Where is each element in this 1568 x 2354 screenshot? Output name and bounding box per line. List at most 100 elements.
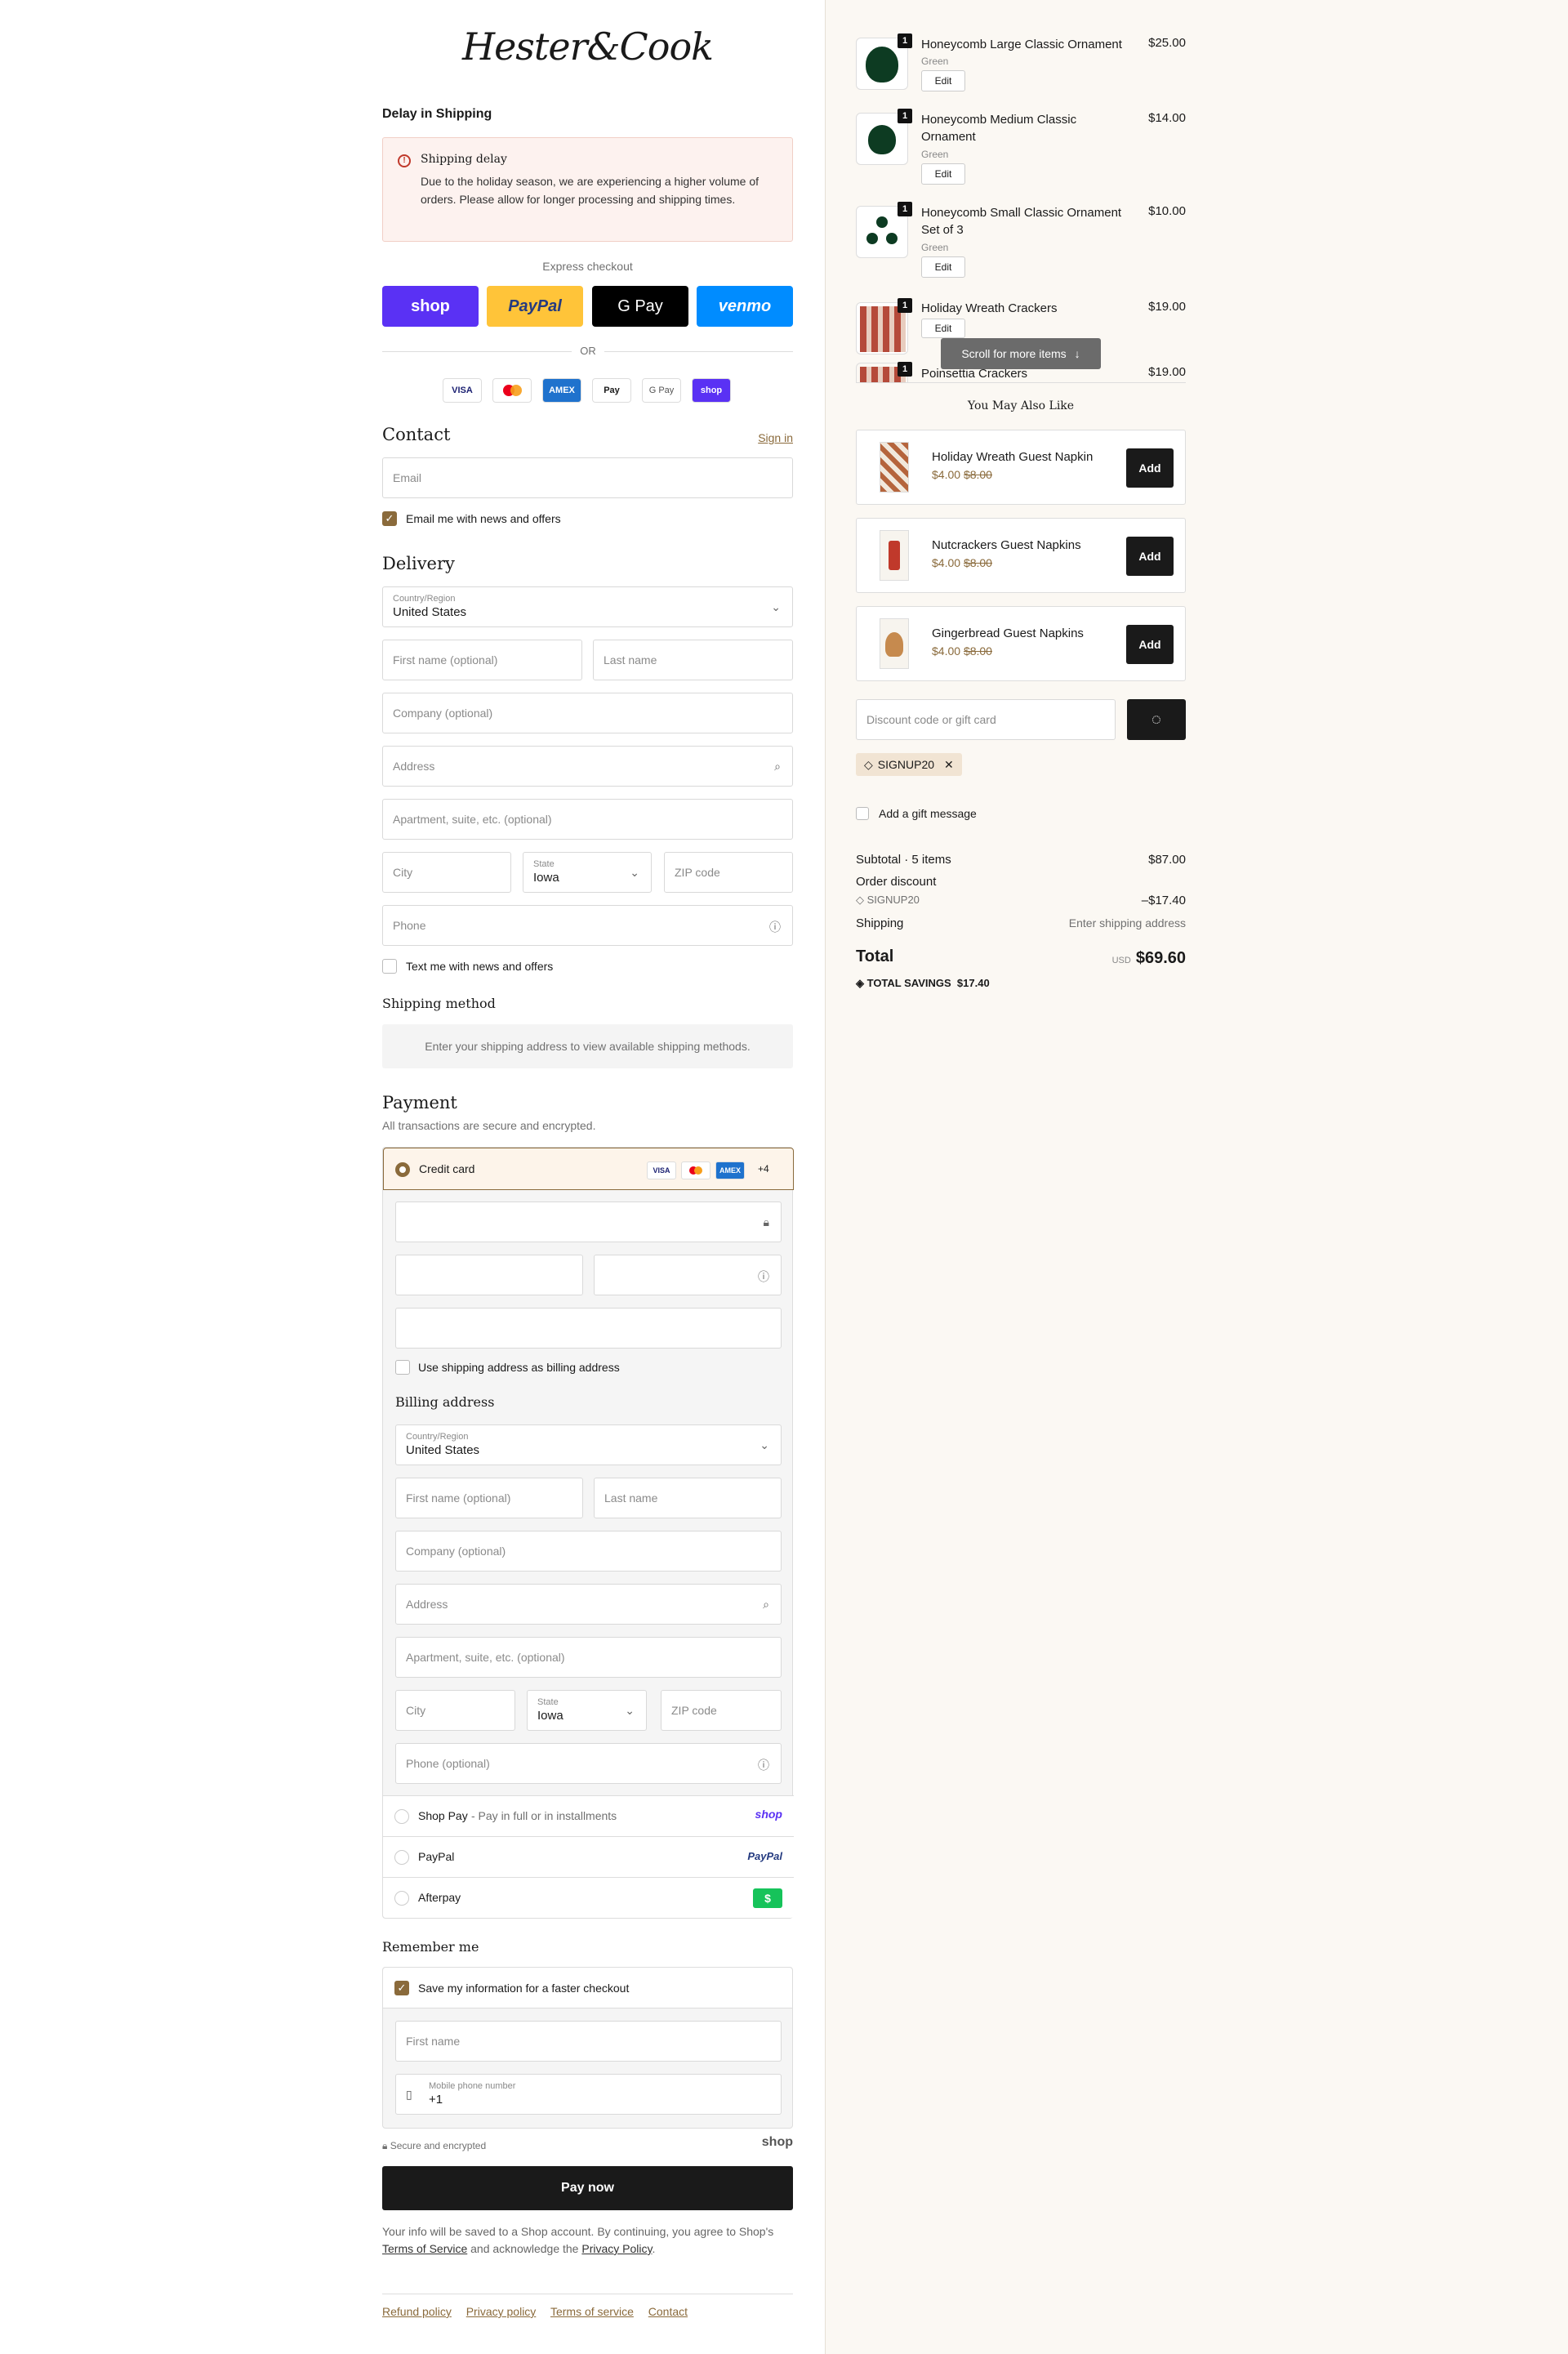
afterpay-radio[interactable] <box>394 1891 409 1906</box>
mobile-value: +1 <box>429 2093 443 2107</box>
item-price: $25.00 <box>1148 36 1186 50</box>
country-select[interactable]: Country/Region United States ⌄ <box>382 586 793 627</box>
phone-field[interactable]: Phone ⓘ <box>382 905 793 946</box>
upsell-thumbnail <box>880 618 909 669</box>
use-shipping-checkbox[interactable] <box>395 1360 410 1375</box>
upsell-name: Holiday Wreath Guest Napkin <box>932 450 1094 464</box>
upsell-sale-price: $4.00 <box>932 468 961 481</box>
email-news-checkbox[interactable]: ✓ <box>382 511 397 526</box>
shop-pay-radio[interactable] <box>394 1809 409 1824</box>
refund-policy-link[interactable]: Refund policy <box>382 2305 452 2318</box>
chevron-down-icon: ⌄ <box>760 1438 769 1451</box>
visa-logo-icon: VISA <box>443 378 482 403</box>
apple-pay-logo-icon: Pay <box>592 378 631 403</box>
first-name-field[interactable]: First name (optional) <box>382 640 582 680</box>
company-field[interactable]: Company (optional) <box>382 693 793 733</box>
zip-field[interactable]: ZIP code <box>664 852 793 893</box>
billing-zip-field[interactable]: ZIP code <box>661 1690 782 1731</box>
gift-message-label: Add a gift message <box>879 807 977 820</box>
upsell-old-price: $8.00 <box>963 468 992 481</box>
mobile-phone-field[interactable]: ▯ Mobile phone number +1 <box>395 2074 782 2115</box>
upsell-price: $4.00 $8.00 <box>932 644 992 658</box>
afterpay-option[interactable]: Afterpay $ <box>383 1877 794 1918</box>
pay-now-button[interactable]: Pay now <box>382 2166 793 2210</box>
afterpay-logo-icon: $ <box>753 1888 782 1908</box>
billing-country-label: Country/Region <box>406 1432 469 1442</box>
divider-left <box>382 351 572 352</box>
scroll-more-button[interactable]: Scroll for more items ↓ <box>941 338 1101 369</box>
add-upsell-button[interactable]: Add <box>1126 448 1174 488</box>
total-row: Total USD $69.60 <box>856 947 1186 970</box>
checkout-main: Hester&Cook Delay in Shipping ! Shipping… <box>0 0 825 2354</box>
email-field[interactable]: Email <box>382 457 793 498</box>
last-name-field[interactable]: Last name <box>593 640 793 680</box>
billing-phone-field[interactable]: Phone (optional) ⓘ <box>395 1743 782 1784</box>
billing-city-field[interactable]: City <box>395 1690 515 1731</box>
shop-pay-option[interactable]: Shop Pay - Pay in full or in installment… <box>383 1795 794 1836</box>
brand-logo[interactable]: Hester&Cook <box>382 25 793 74</box>
help-icon[interactable]: ⓘ <box>758 1757 769 1773</box>
upsell-sale-price: $4.00 <box>932 644 961 658</box>
billing-phone-placeholder: Phone (optional) <box>406 1757 490 1770</box>
total-savings-row: ◈ TOTAL SAVINGS $17.40 <box>856 977 1186 990</box>
billing-country-value: United States <box>406 1443 480 1457</box>
terms-of-service-link[interactable]: Terms of Service <box>382 2242 467 2255</box>
shipping-row: Shipping Enter shipping address <box>856 916 1186 930</box>
billing-apartment-field[interactable]: Apartment, suite, etc. (optional) <box>395 1637 782 1678</box>
billing-first-name-field[interactable]: First name (optional) <box>395 1478 583 1518</box>
billing-last-name-field[interactable]: Last name <box>594 1478 782 1518</box>
address-field[interactable]: Address ⌕ <box>382 746 793 787</box>
save-info-row[interactable]: ✓ Save my information for a faster check… <box>383 1968 792 2008</box>
save-info-checkbox[interactable]: ✓ <box>394 1981 409 1995</box>
name-on-card-field[interactable] <box>395 1308 782 1349</box>
add-upsell-button[interactable]: Add <box>1126 625 1174 664</box>
edit-item-button[interactable]: Edit <box>921 70 965 91</box>
terms-of-service-footer-link[interactable]: Terms of service <box>550 2305 634 2318</box>
edit-item-button[interactable]: Edit <box>921 256 965 278</box>
apply-discount-button[interactable]: ◌ <box>1127 699 1186 740</box>
billing-country-select[interactable]: Country/Region United States ⌄ <box>395 1424 782 1465</box>
remove-discount-icon[interactable]: ✕ <box>944 758 954 772</box>
express-checkout-label: Express checkout <box>542 260 633 273</box>
shop-pay-button[interactable]: shop <box>382 286 479 327</box>
paypal-button[interactable]: PayPal <box>487 286 583 327</box>
credit-card-radio[interactable] <box>395 1162 410 1177</box>
card-number-field[interactable]: 🔒︎ <box>395 1202 782 1242</box>
use-shipping-label: Use shipping address as billing address <box>418 1361 620 1374</box>
expiry-field[interactable] <box>395 1255 583 1295</box>
privacy-policy-link[interactable]: Privacy Policy <box>581 2242 652 2255</box>
credit-card-option[interactable]: Credit card VISA AMEX +4 <box>383 1148 794 1190</box>
add-upsell-button[interactable]: Add <box>1126 537 1174 576</box>
venmo-button[interactable]: venmo <box>697 286 793 327</box>
privacy-policy-footer-link[interactable]: Privacy policy <box>466 2305 537 2318</box>
amex-logo-icon: AMEX <box>715 1161 745 1179</box>
google-pay-button[interactable]: G Pay <box>592 286 688 327</box>
edit-item-button[interactable]: Edit <box>921 163 965 185</box>
discount-code-field[interactable]: Discount code or gift card <box>856 699 1116 740</box>
text-news-checkbox[interactable] <box>382 959 397 974</box>
shipping-method-message: Enter your shipping address to view avai… <box>382 1024 793 1068</box>
lock-icon: 🔒︎ <box>763 1215 769 1228</box>
city-field[interactable]: City <box>382 852 511 893</box>
remember-first-name-field[interactable]: First name <box>395 2021 782 2062</box>
alert-icon: ! <box>398 154 411 167</box>
sign-in-link[interactable]: Sign in <box>727 431 793 444</box>
upsell-card: Nutcrackers Guest Napkins $4.00 $8.00 Ad… <box>856 518 1186 593</box>
edit-item-button[interactable]: Edit <box>921 319 965 338</box>
mobile-label: Mobile phone number <box>429 2081 516 2091</box>
billing-company-field[interactable]: Company (optional) <box>395 1531 782 1572</box>
paypal-radio[interactable] <box>394 1850 409 1865</box>
help-icon[interactable]: ⓘ <box>758 1268 769 1285</box>
help-icon[interactable]: ⓘ <box>769 919 781 935</box>
gift-message-checkbox[interactable] <box>856 807 869 820</box>
apartment-field[interactable]: Apartment, suite, etc. (optional) <box>382 799 793 840</box>
billing-state-select[interactable]: State Iowa ⌄ <box>527 1690 647 1731</box>
state-select[interactable]: State Iowa ⌄ <box>523 852 652 893</box>
upsell-old-price: $8.00 <box>963 556 992 569</box>
divider-right <box>604 351 793 352</box>
paypal-option[interactable]: PayPal PayPal <box>383 1836 794 1877</box>
security-code-field[interactable]: ⓘ <box>594 1255 782 1295</box>
contact-link[interactable]: Contact <box>648 2305 688 2318</box>
subtotal-value: $87.00 <box>1148 853 1186 867</box>
billing-address-field[interactable]: Address ⌕ <box>395 1584 782 1625</box>
